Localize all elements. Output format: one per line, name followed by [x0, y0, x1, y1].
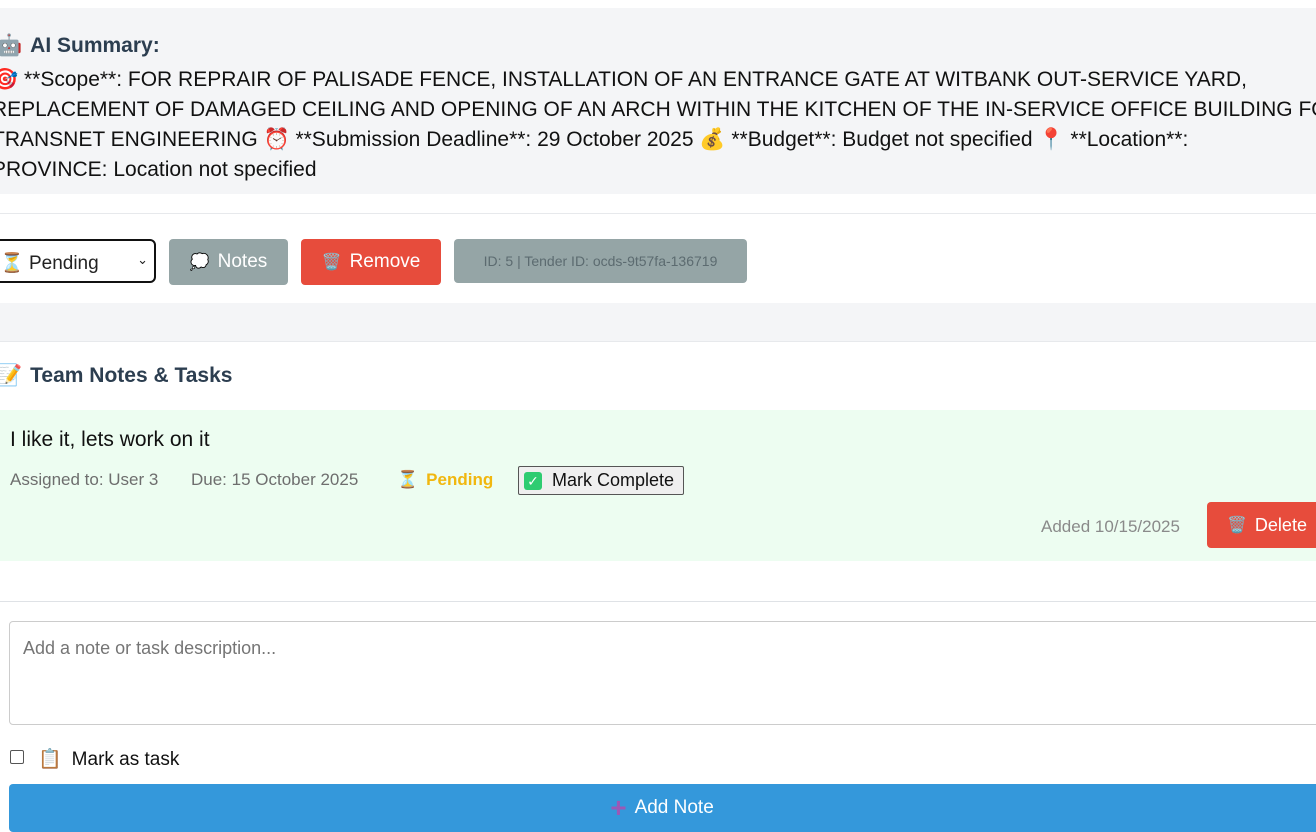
- divider: [0, 601, 1316, 602]
- memo-icon: 📝: [0, 364, 23, 387]
- status-select-value: Pending: [28, 253, 99, 274]
- clipboard-icon: 📋: [38, 749, 62, 770]
- notes-section-title: 📝 Team Notes & Tasks: [0, 364, 232, 388]
- robot-icon: 🤖: [0, 34, 23, 57]
- note-card: I like it, lets work on it Assigned to: …: [0, 410, 1316, 561]
- divider: [0, 341, 1316, 342]
- ai-summary-line: PROVINCE: Location not specified: [0, 158, 317, 181]
- section-spacer: [0, 303, 1316, 341]
- trash-icon: 🗑️: [1227, 517, 1247, 534]
- ai-summary-line: 🎯 **Scope**: FOR REPRAIR OF PALISADE FEN…: [0, 68, 1247, 91]
- remove-button[interactable]: 🗑️ Remove: [301, 239, 441, 285]
- mark-complete-button[interactable]: ✓ Mark Complete: [518, 466, 684, 495]
- note-due-date: Due: 15 October 2025: [191, 470, 359, 489]
- note-status-label: Pending: [426, 470, 494, 489]
- mark-as-task-row: 📋 Mark as task: [10, 746, 410, 772]
- delete-note-button[interactable]: 🗑️ Delete: [1207, 502, 1316, 548]
- hourglass-icon: ⏳: [0, 253, 24, 274]
- ai-summary-title: 🤖 AI Summary:: [0, 34, 160, 58]
- notes-button[interactable]: 💭 Notes: [169, 239, 288, 285]
- note-added-date: Added 10/15/2025: [1041, 517, 1180, 536]
- add-note-button[interactable]: + Add Note: [9, 784, 1316, 832]
- note-assignee: Assigned to: User 3: [10, 470, 159, 489]
- tender-actions: ⏳ Pending ⌄ 💭 Notes 🗑️ Remove ID: 5 | Tend…: [0, 239, 1316, 285]
- ai-summary-panel: 🤖 AI Summary: 🎯 **Scope**: FOR REPRAIR OF…: [0, 8, 1316, 194]
- divider: [0, 213, 1316, 214]
- ai-summary-line: TRANSNET ENGINEERING ⏰ **Submission Dead…: [0, 128, 1189, 151]
- check-mark-icon: ✓: [524, 471, 542, 490]
- mark-as-task-checkbox[interactable]: [10, 750, 24, 764]
- trash-icon: 🗑️: [321, 254, 342, 271]
- note-text: I like it, lets work on it: [10, 428, 210, 451]
- status-select[interactable]: ⏳ Pending ⌄: [0, 239, 156, 283]
- note-status: ⏳ Pending: [397, 470, 493, 490]
- chevron-down-icon: ⌄: [137, 252, 148, 267]
- speech-bubble-icon: 💭: [189, 254, 210, 271]
- ai-summary-text: 🎯 **Scope**: FOR REPRAIR OF PALISADE FEN…: [0, 65, 1316, 185]
- ai-summary-line: REPLACEMENT OF DAMAGED CEILING AND OPENI…: [0, 98, 1316, 121]
- plus-icon: +: [610, 792, 627, 823]
- tender-id-badge: ID: 5 | Tender ID: ocds-9t57fa-136719: [454, 239, 747, 283]
- mark-as-task-label[interactable]: 📋 Mark as task: [38, 747, 179, 771]
- hourglass-icon: ⏳: [397, 470, 419, 489]
- note-textarea[interactable]: [9, 621, 1316, 725]
